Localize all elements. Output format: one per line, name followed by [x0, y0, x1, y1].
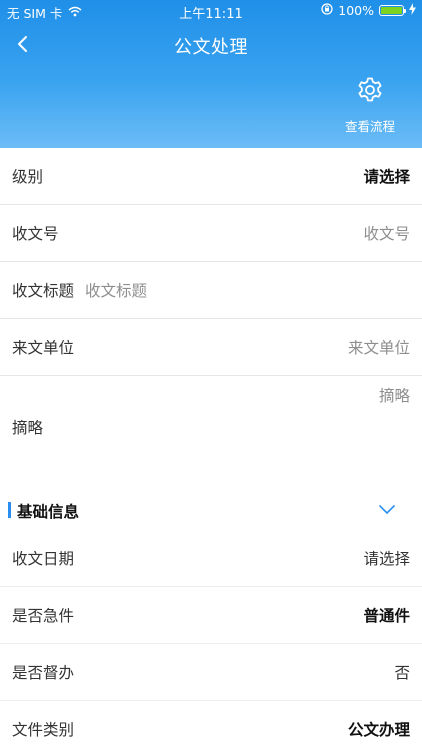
- sender-unit-row: 来文单位 来文单位: [0, 319, 422, 376]
- gear-icon: [358, 77, 382, 102]
- supervise-row[interactable]: 是否督办 否: [0, 644, 422, 701]
- view-flow-label: 查看流程: [344, 119, 395, 134]
- receive-date-label: 收文日期: [12, 550, 75, 568]
- receive-title-row: 收文标题 收文标题: [0, 262, 422, 319]
- supervise-label: 是否督办: [12, 664, 75, 682]
- sender-unit-input[interactable]: 来文单位: [348, 336, 410, 358]
- receive-number-label: 收文号: [12, 225, 59, 243]
- view-flow-button[interactable]: 查看流程: [335, 76, 405, 142]
- doc-type-label: 文件类别: [12, 721, 75, 739]
- orientation-lock-icon: [321, 3, 333, 18]
- battery-percent: 100%: [338, 3, 374, 18]
- basic-info-title: 基础信息: [17, 503, 80, 521]
- supervise-select[interactable]: 否: [394, 661, 410, 683]
- battery-icon: [379, 5, 406, 16]
- urgent-row[interactable]: 是否急件 普通件: [0, 587, 422, 644]
- urgent-label: 是否急件: [12, 607, 75, 625]
- document-form: 级别 请选择 收文号 收文号 收文标题 收文标题 来文单位 来文单位 摘略 摘略…: [0, 148, 422, 750]
- section-accent-bar: [8, 502, 11, 518]
- receive-number-row: 收文号 收文号: [0, 205, 422, 262]
- chevron-down-icon[interactable]: [378, 502, 396, 516]
- urgent-select[interactable]: 普通件: [363, 604, 410, 626]
- doc-type-row[interactable]: 文件类别 公文办理: [0, 701, 422, 750]
- level-row[interactable]: 级别 请选择: [0, 148, 422, 205]
- abstract-input[interactable]: 摘略: [379, 384, 410, 406]
- doc-type-select[interactable]: 公文办理: [348, 718, 410, 740]
- abstract-label: 摘略: [12, 419, 44, 437]
- level-label: 级别: [12, 168, 44, 186]
- status-bar: 无 SIM 卡 上午11:11 100%: [0, 0, 422, 22]
- status-right: 100%: [321, 3, 416, 18]
- abstract-row: 摘略 摘略: [0, 376, 422, 454]
- receive-title-label: 收文标题: [12, 282, 75, 300]
- section-spacer: [0, 454, 422, 494]
- battery-fill: [381, 7, 402, 14]
- app-header: 无 SIM 卡 上午11:11 100% 公文处理 查看流程: [0, 0, 422, 148]
- receive-title-input[interactable]: 收文标题: [85, 279, 147, 301]
- receive-number-input[interactable]: 收文号: [363, 222, 410, 244]
- charging-icon: [409, 3, 416, 18]
- page-title: 公文处理: [174, 37, 248, 58]
- receive-date-select[interactable]: 请选择: [363, 547, 410, 569]
- level-select[interactable]: 请选择: [363, 165, 410, 187]
- sender-unit-label: 来文单位: [12, 339, 75, 357]
- basic-info-header[interactable]: 基础信息: [0, 494, 422, 530]
- receive-date-row[interactable]: 收文日期 请选择: [0, 530, 422, 587]
